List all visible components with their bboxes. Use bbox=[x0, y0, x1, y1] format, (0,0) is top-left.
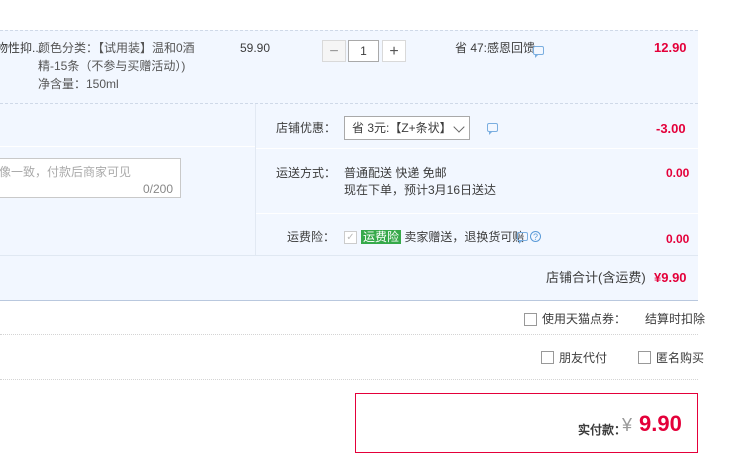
friend-pay-checkbox[interactable] bbox=[541, 351, 554, 364]
insurance-desc: 卖家赠送，退换货可赔 bbox=[404, 230, 525, 244]
unit-price: 59.90 bbox=[240, 41, 271, 55]
insurance-amount: 0.00 bbox=[666, 232, 690, 246]
insurance-checkbox[interactable]: ✓ bbox=[344, 231, 357, 244]
item-subtotal: 12.90 bbox=[654, 40, 687, 55]
help-icon[interactable]: ? bbox=[530, 231, 541, 242]
promo-text: 省 47:感恩回馈 bbox=[455, 41, 536, 55]
insurance-label: 运费险： bbox=[287, 230, 336, 244]
friend-pay-label: 朋友代付 bbox=[559, 351, 608, 365]
divider bbox=[0, 379, 698, 380]
payment-summary-box: 实付款： ¥ 9.90 bbox=[355, 393, 698, 453]
shop-discount-amount: -3.00 bbox=[656, 121, 686, 136]
chat-icon[interactable] bbox=[487, 123, 498, 135]
quantity-decrease-button[interactable]: − bbox=[322, 40, 346, 62]
shipping-eta: 现在下单，预计3月16日送达 bbox=[344, 183, 497, 197]
payment-label: 实付款： bbox=[578, 423, 627, 437]
chat-icon[interactable] bbox=[533, 46, 544, 58]
tmall-points-note: 结算时扣除 bbox=[645, 312, 706, 326]
tmall-points-checkbox[interactable] bbox=[524, 313, 537, 326]
message-counter: 0/200 bbox=[142, 182, 173, 196]
sku-line-1: 颜色分类：【试用装】温和0酒 bbox=[38, 41, 195, 55]
shop-discount-select-value: 省 3元:【Z+条状】 bbox=[352, 121, 452, 135]
shop-total-amount: ¥9.90 bbox=[654, 270, 687, 285]
item-title[interactable]: 物性抑... bbox=[0, 40, 42, 56]
payment-amount: 9.90 bbox=[639, 411, 682, 436]
quantity-input[interactable]: 1 bbox=[348, 40, 379, 62]
chat-icon[interactable] bbox=[517, 232, 528, 244]
shipping-label: 运送方式： bbox=[276, 166, 337, 180]
message-input[interactable]: 像一致，付款后商家可见 0/200 bbox=[0, 158, 181, 198]
divider bbox=[256, 213, 698, 214]
divider bbox=[0, 334, 698, 335]
divider bbox=[256, 148, 698, 149]
insurance-tag: 运费险 bbox=[361, 230, 402, 244]
insurance-info: 运费险 卖家赠送，退换货可赔 bbox=[361, 229, 524, 245]
anonymous-label: 匿名购买 bbox=[656, 351, 705, 365]
message-placeholder: 像一致，付款后商家可见 bbox=[0, 165, 132, 179]
shipping-amount: 0.00 bbox=[666, 166, 690, 180]
shop-discount-select[interactable]: 省 3元:【Z+条状】 bbox=[344, 116, 470, 140]
payment-currency: ¥ bbox=[622, 415, 633, 435]
shop-discount-label: 店铺优惠： bbox=[276, 121, 337, 135]
sku-line-3: 净含量：150ml bbox=[38, 77, 119, 91]
tmall-points-label: 使用天猫点券： bbox=[542, 312, 627, 326]
chevron-down-icon bbox=[453, 121, 465, 133]
divider bbox=[0, 146, 255, 147]
shipping-method: 普通配送 快递 免邮 bbox=[344, 166, 447, 180]
quantity-increase-button[interactable]: + bbox=[382, 40, 406, 62]
shop-total-label: 店铺合计(含运费) bbox=[546, 270, 646, 285]
sku-line-2: 精-15条（不参与买赠活动）) bbox=[38, 59, 186, 73]
anonymous-checkbox[interactable] bbox=[638, 351, 651, 364]
